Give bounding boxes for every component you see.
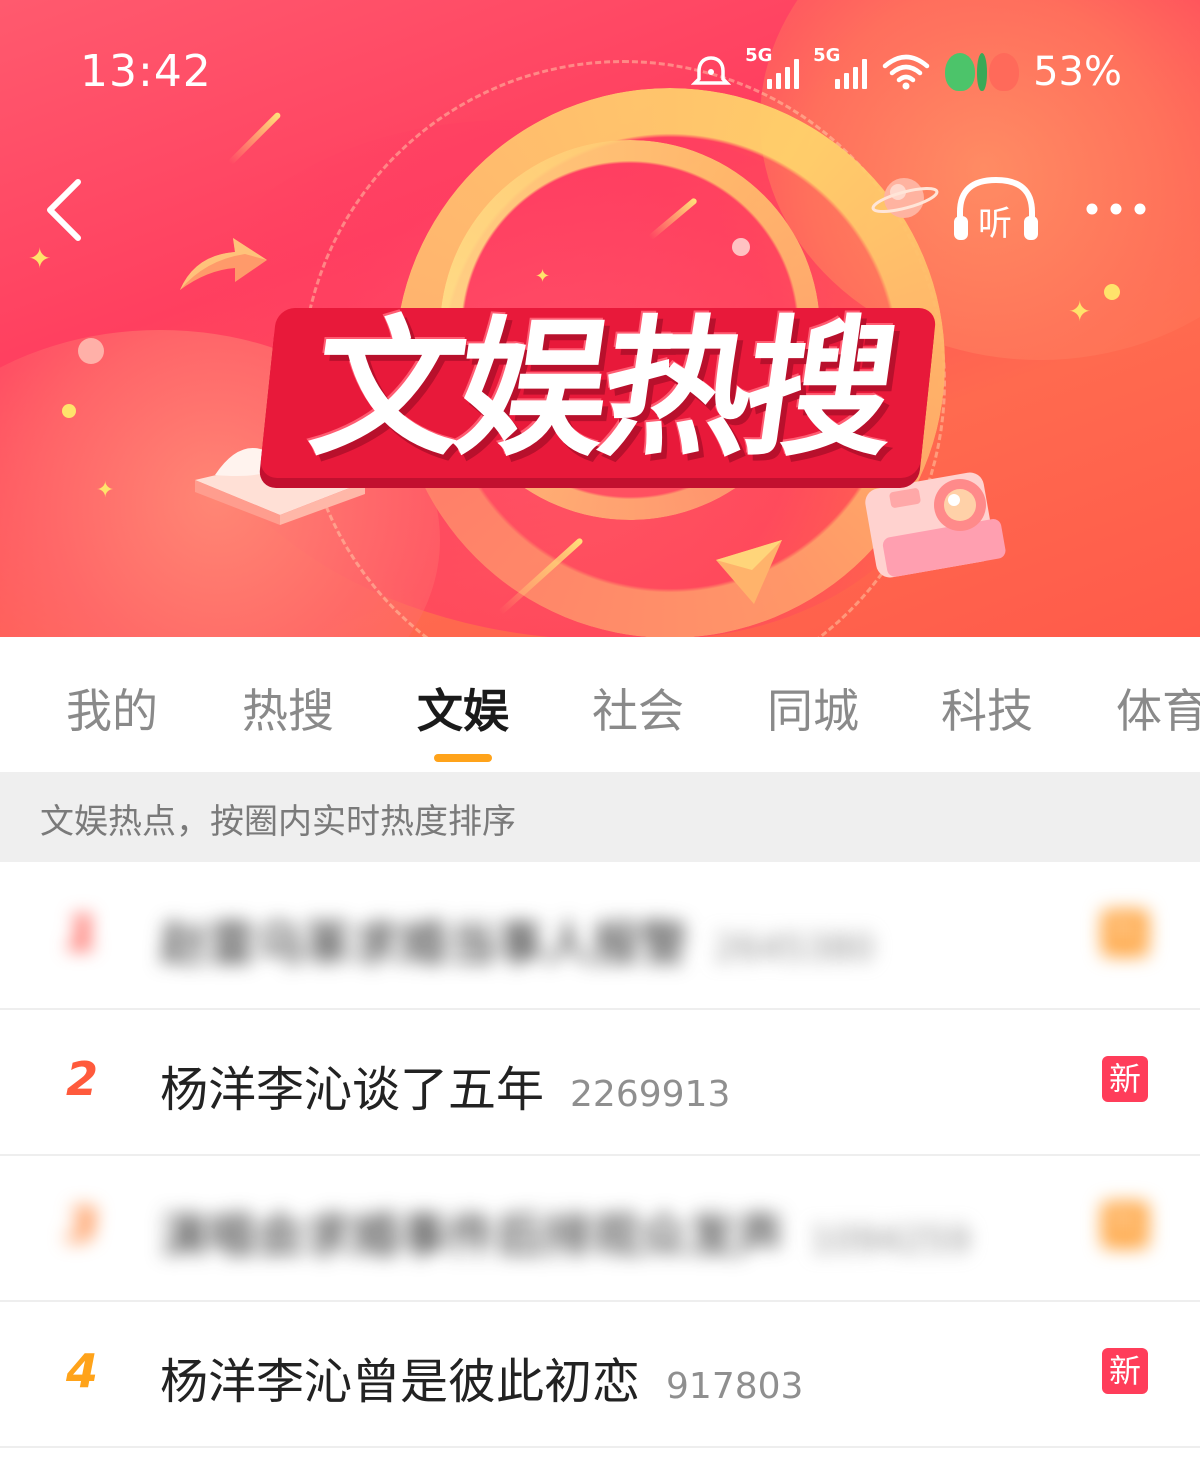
rank-number: 1	[66, 906, 99, 960]
topic-text: 杨洋李沁曾是彼此初恋	[160, 1354, 641, 1410]
rank-number: 4	[66, 1344, 99, 1398]
listen-button[interactable]: 听	[948, 172, 1044, 248]
tab-sports[interactable]: 体育	[1116, 675, 1200, 741]
signal-icon: 5G	[813, 45, 868, 89]
planet-icon	[871, 178, 939, 218]
tab-society[interactable]: 社会	[592, 675, 684, 741]
banner-title: 文娱热搜	[301, 303, 903, 477]
wifi-icon	[882, 54, 930, 90]
banner-orb	[62, 404, 76, 418]
topic-text: 杨洋李沁谈了五年	[160, 1062, 545, 1118]
signal-icon: 5G	[745, 45, 800, 89]
rank-number: 3	[66, 1198, 99, 1252]
topic-title: 赵雷乌篆求婚当事人报警 2645380	[160, 904, 874, 974]
tab-hot-search[interactable]: 热搜	[242, 675, 334, 741]
header-banner: ✦ ✦ ✦ ✦ 文娱热搜 13:42 5G 5G 53% 听	[0, 0, 1200, 637]
tab-mine[interactable]: 我的	[66, 675, 158, 741]
category-tabs: 我的 热搜 文娱 社会 同城 科技 体育	[0, 637, 1200, 772]
new-badge: 新	[1102, 1056, 1148, 1102]
topic-text: 演唱会求婚事件后排观众发声	[160, 1208, 785, 1264]
heat-value: 2269913	[570, 1074, 731, 1115]
tab-tech[interactable]: 科技	[941, 675, 1033, 741]
chevron-left-icon	[47, 179, 81, 241]
back-button[interactable]	[34, 170, 104, 250]
hot-badge: 热	[1102, 910, 1148, 956]
rank-number: 2	[66, 1052, 99, 1106]
list-item[interactable]: 3 演唱会求婚事件后排观众发声 1094259 热	[0, 1154, 1200, 1302]
heat-value: 1094259	[810, 1220, 971, 1261]
heat-value: 2645380	[714, 928, 875, 969]
battery-percent: 53%	[1033, 49, 1122, 95]
topic-text: 赵雷乌篆求婚当事人报警	[160, 916, 689, 972]
arrow-decoration-icon	[180, 238, 267, 290]
list-item[interactable]: 4 杨洋李沁曾是彼此初恋 917803 新	[0, 1300, 1200, 1448]
alarm-icon	[691, 56, 732, 85]
sparkle-icon: ✦	[1068, 295, 1092, 328]
tab-entertainment[interactable]: 文娱	[417, 675, 509, 741]
sparkle-icon: ✦	[535, 266, 551, 287]
more-dots-icon	[1086, 203, 1146, 215]
new-badge: 新	[1102, 1348, 1148, 1394]
kite-icon	[716, 540, 782, 604]
topic-title: 演唱会求婚事件后排观众发声 1094259	[160, 1196, 970, 1266]
banner-orb	[732, 238, 750, 256]
hot-badge: 热	[1102, 1202, 1148, 1248]
more-button[interactable]	[1076, 184, 1156, 234]
active-tab-indicator	[434, 754, 492, 762]
banner-orb	[78, 338, 104, 364]
status-time: 13:42	[80, 46, 212, 97]
info-strip-text: 文娱热点，按圈内实时热度排序	[40, 802, 516, 842]
tab-local[interactable]: 同城	[767, 675, 859, 741]
heat-value: 917803	[666, 1366, 804, 1407]
topic-title: 杨洋李沁曾是彼此初恋 917803	[160, 1342, 803, 1412]
list-item[interactable]: 2 杨洋李沁谈了五年 2269913 新	[0, 1008, 1200, 1156]
listen-label: 听	[978, 204, 1012, 244]
topic-title: 杨洋李沁谈了五年 2269913	[160, 1050, 730, 1120]
battery-leaf-icon	[945, 53, 1020, 91]
status-bar: 13:42 5G 5G 53%	[0, 0, 1200, 140]
sparkle-icon: ✦	[96, 478, 115, 503]
status-icons: 5G 5G 53%	[691, 44, 1122, 100]
list-item[interactable]: 1 赵雷乌篆求婚当事人报警 2645380 热	[0, 862, 1200, 1010]
banner-orb	[1104, 284, 1120, 300]
info-strip: 文娱热点，按圈内实时热度排序	[0, 772, 1200, 862]
